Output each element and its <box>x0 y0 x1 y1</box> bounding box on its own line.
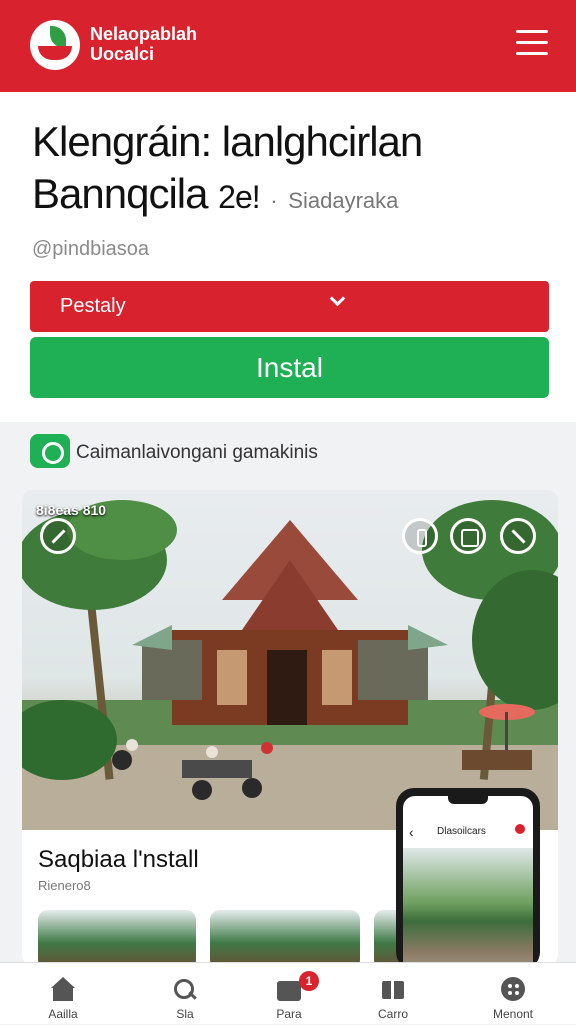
app-logo-icon <box>30 20 80 70</box>
brand-line1: Nelaopablah <box>90 24 198 44</box>
category-icon: 1 <box>275 971 319 1003</box>
tab-home[interactable]: Aailla <box>18 963 108 1025</box>
install-section-title: Saqbiaa l'nstall <box>38 846 199 873</box>
title-separator: · <box>270 188 278 213</box>
back-icon: ‹ <box>409 824 414 840</box>
app-badge-icon <box>30 434 70 468</box>
photo-badge: 8i8eas 810 <box>36 502 107 518</box>
tab-label: Aailla <box>48 1007 78 1021</box>
title-line2: Bannqcila <box>32 170 208 217</box>
search-icon <box>171 977 199 1003</box>
tab-category[interactable]: 1 Para <box>244 963 334 1025</box>
tab-label: Sla <box>176 1007 194 1021</box>
phone-preview: ‹ Dlasoilcars <box>396 788 540 970</box>
title-age: 2e! <box>218 179 260 215</box>
notification-badge: 1 <box>299 971 319 991</box>
gallery-thumbnail[interactable] <box>210 910 360 965</box>
brand-name: Nelaopablah Uocalci <box>90 24 197 64</box>
hamburger-icon[interactable] <box>516 30 548 58</box>
developer-handle[interactable]: @pindbiasoa <box>32 238 149 261</box>
screenshot-image[interactable]: 8i8eas 810 <box>22 490 558 830</box>
install-section-subtitle: Rienero8 <box>38 878 91 893</box>
home-icon <box>49 977 77 1003</box>
phone-preview-title: Dlasoilcars <box>437 826 486 837</box>
tab-search[interactable]: Sla <box>140 963 230 1025</box>
section-title: Caimanlaivongani gamakinis <box>76 442 318 463</box>
options-dropdown[interactable]: Pestaly <box>30 281 549 332</box>
app-header: Nelaopablah Uocalci <box>0 0 576 92</box>
tab-label: Para <box>276 1007 302 1021</box>
tab-menu[interactable]: Menont <box>468 963 558 1025</box>
brand-line2: Uocalci <box>90 44 155 64</box>
gallery-thumbnail[interactable] <box>38 910 196 965</box>
share-icon[interactable] <box>500 518 536 554</box>
title-subtitle: Siadayraka <box>288 188 399 213</box>
tab-label: Carro <box>377 1007 408 1021</box>
tab-map[interactable]: Carro <box>348 963 438 1025</box>
chevron-down-icon <box>329 290 346 307</box>
edit-icon[interactable] <box>40 518 76 554</box>
menu-icon <box>499 977 527 1003</box>
phone-preview-image <box>403 848 533 970</box>
install-button[interactable]: Instal <box>30 337 549 398</box>
tab-label: Menont <box>492 1007 534 1021</box>
bottom-tab-bar: Aailla Sla 1 Para Carro Menont <box>0 962 576 1024</box>
dropdown-label: Pestaly <box>60 295 126 317</box>
phone-preview-bar: ‹ Dlasoilcars <box>403 820 533 846</box>
page-title: Klengráin: lanlghcirlan Bannqcila 2e! · … <box>32 116 552 227</box>
square-icon[interactable] <box>450 518 486 554</box>
title-line1: Klengráin: lanlghcirlan <box>32 118 423 165</box>
profile-icon <box>515 824 525 834</box>
map-icon <box>379 977 407 1003</box>
info-icon[interactable] <box>402 518 438 554</box>
